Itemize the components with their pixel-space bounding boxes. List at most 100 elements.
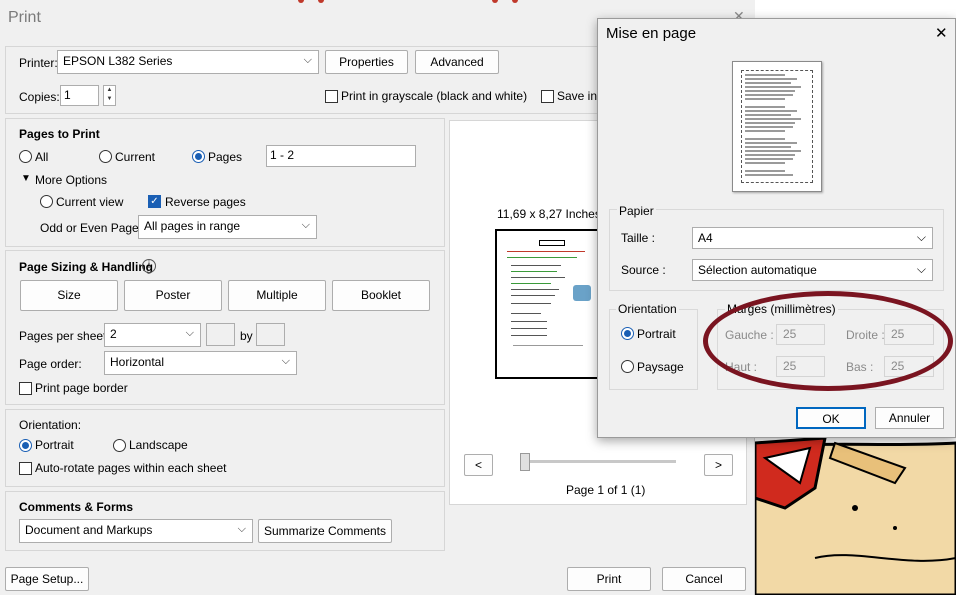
taille-label: Taille : — [621, 231, 656, 245]
highlight-annotation — [703, 291, 953, 391]
grid-columns-input[interactable] — [206, 323, 235, 346]
by-label: by — [240, 329, 253, 343]
print-button[interactable]: Print — [567, 567, 651, 591]
taille-value: A4 — [698, 231, 713, 245]
radio-all-label: All — [35, 150, 49, 164]
papier-title: Papier — [617, 204, 656, 218]
more-options-toggle[interactable]: More Options — [35, 173, 107, 187]
cancel-button[interactable]: Cancel — [662, 567, 746, 591]
print-dialog-title: Print — [8, 9, 41, 26]
radio-pages[interactable] — [192, 150, 205, 163]
pages-per-sheet-label: Pages per sheet: — [19, 329, 110, 343]
preview-heading-box — [539, 240, 565, 246]
chevron-down-icon: ⌵ — [303, 54, 312, 66]
next-page-button[interactable]: > — [704, 454, 733, 476]
page-indicator: Page 1 of 1 (1) — [566, 483, 646, 497]
page-setup-title: Mise en page — [606, 25, 697, 42]
summarize-comments-button[interactable]: Summarize Comments — [258, 519, 392, 543]
page-order-label: Page order: — [19, 357, 82, 371]
prev-page-button[interactable]: < — [464, 454, 493, 476]
source-label: Source : — [621, 263, 666, 277]
mep-radio-portrait[interactable] — [621, 327, 634, 340]
comments-select[interactable]: Document and Markups ⌵ — [19, 519, 253, 543]
size-button[interactable]: Size — [20, 280, 118, 311]
page-order-select[interactable]: Horizontal ⌵ — [104, 351, 297, 375]
page-slider-thumb[interactable] — [520, 453, 530, 471]
page-setup-preview — [732, 61, 822, 192]
page-setup-button[interactable]: Page Setup... — [5, 567, 89, 591]
background-clipart — [755, 438, 956, 595]
pages-per-sheet-select[interactable]: 2 ⌵ — [104, 323, 201, 347]
multiple-button[interactable]: Multiple — [228, 280, 326, 311]
radio-current-view[interactable] — [40, 195, 53, 208]
preview-page-thumbnail — [495, 229, 600, 379]
ok-button[interactable]: OK — [796, 407, 866, 429]
close-icon[interactable]: ✕ — [935, 24, 948, 42]
odd-even-value: All pages in range — [144, 219, 241, 233]
pages-range-input[interactable]: 1 - 2 — [266, 145, 416, 167]
grayscale-checkbox[interactable] — [325, 90, 338, 103]
printer-select[interactable]: EPSON L382 Series ⌵ — [57, 50, 319, 74]
comments-title: Comments & Forms — [19, 500, 134, 514]
annuler-button[interactable]: Annuler — [875, 407, 944, 429]
info-icon[interactable]: i — [142, 259, 156, 273]
reverse-pages-checkbox[interactable]: ✓ — [148, 195, 161, 208]
advanced-button[interactable]: Advanced — [415, 50, 499, 74]
pages-per-sheet-value: 2 — [110, 327, 117, 341]
preview-icons-row — [513, 345, 583, 355]
paper-dimensions: 11,69 x 8,27 Inches — [497, 207, 601, 221]
landscape-label: Landscape — [129, 438, 188, 452]
auto-rotate-label: Auto-rotate pages within each sheet — [35, 461, 227, 475]
radio-portrait[interactable] — [19, 439, 32, 452]
comments-value: Document and Markups — [25, 523, 153, 537]
orientation-title: Orientation: — [19, 418, 82, 432]
printer-select-value: EPSON L382 Series — [63, 54, 173, 68]
radio-current[interactable] — [99, 150, 112, 163]
chevron-down-icon: ⌵ — [185, 327, 194, 339]
grid-rows-input[interactable] — [256, 323, 285, 346]
radio-all[interactable] — [19, 150, 32, 163]
save-ink-checkbox[interactable] — [541, 90, 554, 103]
copies-label: Copies: — [19, 90, 60, 104]
preview-clipart-image — [573, 285, 591, 301]
source-value: Sélection automatique — [698, 263, 817, 277]
radio-pages-label: Pages — [208, 150, 243, 164]
mep-paysage-label: Paysage — [637, 360, 684, 374]
radio-current-label: Current — [115, 150, 156, 164]
copies-input[interactable]: 1 — [60, 85, 99, 106]
reverse-pages-label: Reverse pages — [165, 195, 246, 209]
portrait-label: Portrait — [35, 438, 74, 452]
source-select[interactable]: Sélection automatique ⌵ — [692, 259, 933, 281]
radio-landscape[interactable] — [113, 439, 126, 452]
chevron-down-icon: ⌵ — [301, 219, 310, 231]
chevron-down-icon: ⌵ — [916, 230, 926, 244]
decoration-mark — [318, 0, 324, 3]
grayscale-label: Print in grayscale (black and white) — [341, 89, 528, 103]
chevron-down-icon: ⌵ — [916, 262, 926, 276]
printer-label: Printer: — [19, 56, 58, 70]
mep-radio-paysage[interactable] — [621, 360, 634, 373]
pages-to-print-title: Pages to Print — [19, 127, 100, 141]
page-order-value: Horizontal — [110, 355, 165, 369]
properties-button[interactable]: Properties — [325, 50, 408, 74]
chevron-down-icon: ⌵ — [237, 523, 246, 535]
page-sizing-title: Page Sizing & Handling — [19, 260, 154, 274]
booklet-button[interactable]: Booklet — [332, 280, 430, 311]
triangle-down-icon[interactable]: ▼ — [21, 173, 31, 184]
page-slider-track[interactable] — [525, 460, 676, 463]
decoration-mark — [492, 0, 498, 3]
print-border-checkbox[interactable] — [19, 382, 32, 395]
mep-portrait-label: Portrait — [637, 327, 676, 341]
print-border-label: Print page border — [35, 381, 128, 395]
mep-orientation-title: Orientation — [616, 302, 679, 316]
odd-even-select[interactable]: All pages in range ⌵ — [138, 215, 317, 239]
odd-even-label: Odd or Even Pages: — [40, 221, 149, 235]
decoration-mark — [512, 0, 518, 3]
poster-button[interactable]: Poster — [124, 280, 222, 311]
copies-stepper[interactable]: ▲ ▼ — [103, 85, 116, 106]
mep-orientation-group — [609, 309, 698, 390]
taille-select[interactable]: A4 ⌵ — [692, 227, 933, 249]
decoration-mark — [298, 0, 304, 3]
chevron-down-icon: ⌵ — [281, 355, 290, 367]
auto-rotate-checkbox[interactable] — [19, 462, 32, 475]
